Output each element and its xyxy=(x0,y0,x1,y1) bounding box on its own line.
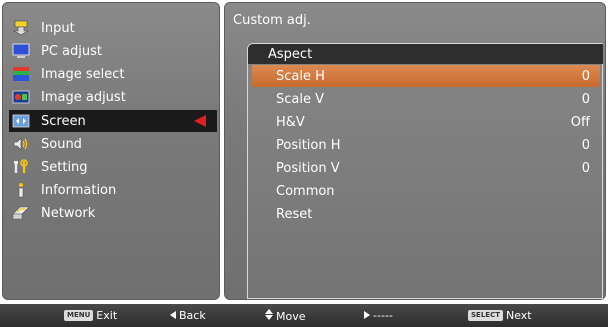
custom-adjust-panel: Custom adj. Aspect Scale H 0 Scale V 0 H… xyxy=(224,2,606,300)
row-label: Scale H xyxy=(276,68,325,84)
input-icon xyxy=(11,19,31,37)
right-arrow-label: ----- xyxy=(373,309,393,322)
menu-item-pc-adjust[interactable]: PC adjust xyxy=(11,40,217,62)
menu-item-sound[interactable]: Sound xyxy=(11,133,217,155)
menu-item-input[interactable]: Input xyxy=(11,17,217,39)
arrow-right-icon xyxy=(364,309,370,322)
network-icon xyxy=(11,204,31,222)
row-scale-v[interactable]: Scale V 0 xyxy=(252,88,600,110)
menu-item-label: Image select xyxy=(41,66,125,82)
setting-icon xyxy=(11,158,31,176)
row-label: Scale V xyxy=(276,91,325,107)
menu-item-label: Setting xyxy=(41,159,88,175)
menu-item-image-adjust[interactable]: Image adjust xyxy=(11,86,217,108)
aspect-submenu: Aspect Scale H 0 Scale V 0 H&V Off Posit… xyxy=(247,43,603,299)
pc-adjust-icon xyxy=(11,42,31,60)
row-label: H&V xyxy=(276,114,305,130)
row-value: 0 xyxy=(581,137,590,153)
row-common[interactable]: Common xyxy=(252,180,600,202)
guide-bar: MENU Exit Back Move ----- SELECT Next xyxy=(0,304,608,327)
row-value: 0 xyxy=(581,160,590,176)
move-label: Move xyxy=(276,309,306,323)
row-position-v[interactable]: Position V 0 xyxy=(252,157,600,179)
next-hint[interactable]: SELECT Next xyxy=(468,309,532,322)
menu-item-label: PC adjust xyxy=(41,43,102,59)
menu-item-image-select[interactable]: Image select xyxy=(11,63,217,85)
menu-item-label: Image adjust xyxy=(41,89,126,105)
select-key-icon: SELECT xyxy=(468,310,503,321)
menu-item-label: Screen xyxy=(41,113,86,129)
back-hint[interactable]: Back xyxy=(170,309,206,322)
screen-icon xyxy=(11,112,31,130)
row-reset[interactable]: Reset xyxy=(252,203,600,225)
image-adjust-icon xyxy=(11,88,31,106)
exit-hint[interactable]: MENU Exit xyxy=(64,309,117,322)
row-label: Position V xyxy=(276,160,340,176)
menu-item-setting[interactable]: Setting xyxy=(11,156,217,178)
back-label: Back xyxy=(179,309,206,322)
move-hint[interactable]: Move xyxy=(265,309,306,323)
row-value: Off xyxy=(570,114,590,130)
menu-item-label: Input xyxy=(41,20,75,36)
exit-label: Exit xyxy=(96,309,118,322)
next-label: Next xyxy=(505,309,532,322)
arrow-left-icon xyxy=(170,309,176,322)
row-scale-h[interactable]: Scale H 0 xyxy=(252,65,600,87)
menu-item-information[interactable]: Information xyxy=(11,179,217,201)
row-h-and-v[interactable]: H&V Off xyxy=(252,111,600,133)
menu-key-icon: MENU xyxy=(64,310,94,321)
row-value: 0 xyxy=(581,68,590,84)
row-position-h[interactable]: Position H 0 xyxy=(252,134,600,156)
menu-item-label: Sound xyxy=(41,136,82,152)
main-menu-panel: Input PC adjust Image select Image adjus… xyxy=(2,2,220,300)
row-label: Position H xyxy=(276,137,341,153)
menu-item-label: Information xyxy=(41,182,117,198)
arrow-up-down-icon xyxy=(265,309,273,323)
projector-osd-menu: Input PC adjust Image select Image adjus… xyxy=(0,0,608,327)
row-label: Common xyxy=(276,183,335,199)
information-icon xyxy=(11,181,31,199)
right-arrow-hint: ----- xyxy=(364,309,393,322)
sound-icon xyxy=(11,135,31,153)
menu-item-screen[interactable]: Screen xyxy=(9,110,217,132)
submenu-header: Aspect xyxy=(248,44,603,64)
menu-item-label: Network xyxy=(41,205,96,221)
row-value: 0 xyxy=(581,91,590,107)
selection-pointer-icon xyxy=(193,114,207,132)
panel-title: Custom adj. xyxy=(233,13,311,28)
image-select-icon xyxy=(11,65,31,83)
row-label: Reset xyxy=(276,206,313,222)
menu-item-network[interactable]: Network xyxy=(11,202,217,224)
